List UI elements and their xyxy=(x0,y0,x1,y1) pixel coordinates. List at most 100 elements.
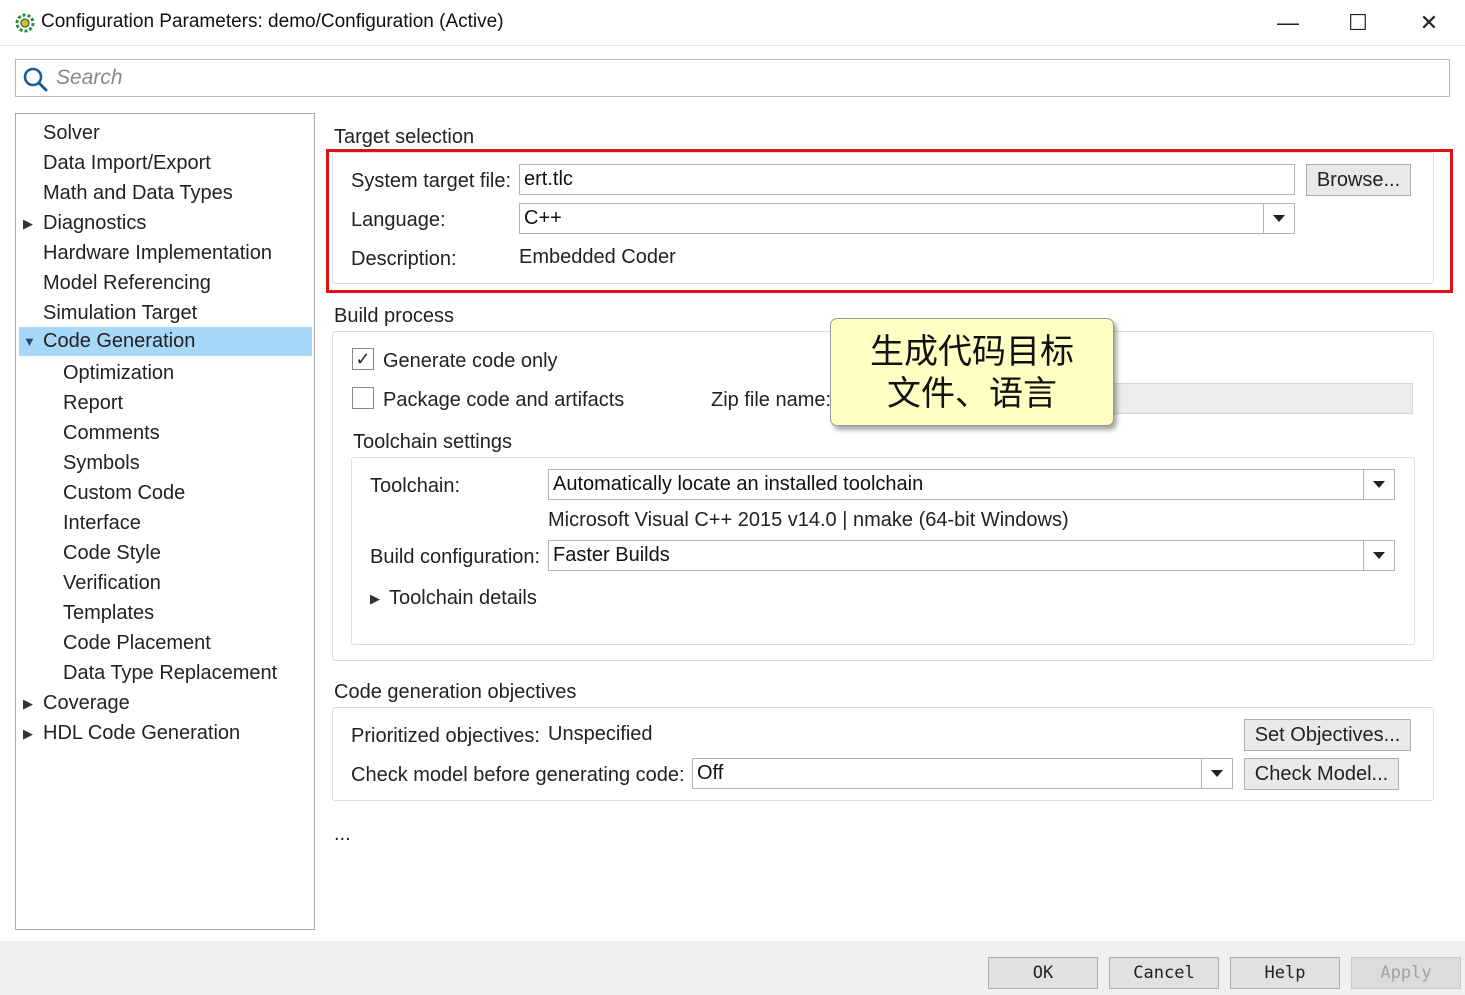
tree-item-code-style[interactable]: Code Style xyxy=(19,539,312,568)
objectives-heading: Code generation objectives xyxy=(334,681,577,703)
tree-item-code-generation[interactable]: ▼ Code Generation xyxy=(19,327,312,356)
tree-item-label: Comments xyxy=(63,422,160,444)
tree-item-label: HDL Code Generation xyxy=(43,722,241,744)
maximize-icon: ☐ xyxy=(1348,10,1368,35)
tree-item-comments[interactable]: Comments xyxy=(19,419,312,448)
toolchain-settings-heading: Toolchain settings xyxy=(353,431,512,453)
expand-arrow-icon[interactable]: ▶ xyxy=(23,689,33,718)
help-button[interactable]: Help xyxy=(1230,957,1340,989)
search-icon xyxy=(23,67,48,92)
tree-item-label: Data Type Replacement xyxy=(63,662,278,684)
tree-item-report[interactable]: Report xyxy=(19,389,312,418)
highlight-box xyxy=(326,149,1453,293)
tree-item-label: Data Import/Export xyxy=(43,152,211,174)
expand-arrow-icon[interactable]: ▶ xyxy=(23,209,33,238)
tree-item-coverage[interactable]: ▶ Coverage xyxy=(19,689,312,718)
tree-item-symbols[interactable]: Symbols xyxy=(19,449,312,478)
toolchain-details-label: Toolchain details xyxy=(389,587,537,609)
tree-item-data-import-export[interactable]: Data Import/Export xyxy=(19,149,312,178)
tree-item-label: Symbols xyxy=(63,452,140,474)
toolchain-value: Automatically locate an installed toolch… xyxy=(553,473,924,495)
check-icon: ✓ xyxy=(355,348,371,369)
toolchain-info: Microsoft Visual C++ 2015 v14.0 | nmake … xyxy=(548,509,1069,531)
minimize-button[interactable]: — xyxy=(1253,0,1323,46)
chevron-down-icon xyxy=(1211,770,1223,777)
tree-item-interface[interactable]: Interface xyxy=(19,509,312,538)
tree-item-label: Hardware Implementation xyxy=(43,242,272,264)
tree-item-hdl-code-generation[interactable]: ▶ HDL Code Generation xyxy=(19,719,312,748)
tree-item-label: Verification xyxy=(63,572,161,594)
prioritized-objectives-label: Prioritized objectives: xyxy=(351,725,540,747)
build-configuration-label: Build configuration: xyxy=(370,546,541,568)
expand-arrow-icon[interactable]: ▶ xyxy=(23,719,33,748)
prioritized-objectives-value: Unspecified xyxy=(548,723,653,745)
build-configuration-select[interactable]: Faster Builds xyxy=(548,540,1395,571)
tree-item-label: Model Referencing xyxy=(43,272,211,294)
tree-item-label: Custom Code xyxy=(63,482,186,504)
annotation-callout: 生成代码目标 文件、语言 xyxy=(830,318,1114,426)
tree-item-simulation-target[interactable]: Simulation Target xyxy=(19,299,312,328)
tree-item-label: Diagnostics xyxy=(43,212,147,234)
generate-code-only-checkbox[interactable]: ✓ xyxy=(352,348,374,370)
maximize-button[interactable]: ☐ xyxy=(1323,0,1393,46)
build-configuration-dropdown-button[interactable] xyxy=(1363,541,1394,570)
chevron-down-icon xyxy=(1373,552,1385,559)
target-selection-heading: Target selection xyxy=(334,126,475,148)
window-title: Configuration Parameters: demo/Configura… xyxy=(41,11,504,32)
build-configuration-value: Faster Builds xyxy=(553,544,670,566)
tree-item-label: Report xyxy=(63,392,124,414)
tree-item-label: Code Placement xyxy=(63,632,211,654)
chevron-down-icon xyxy=(1373,481,1385,488)
tree-item-label: Optimization xyxy=(63,362,175,384)
toolchain-label: Toolchain: xyxy=(370,475,461,497)
search-input[interactable] xyxy=(56,62,1436,94)
tree-item-label: Math and Data Types xyxy=(43,182,233,204)
collapse-arrow-icon[interactable]: ▼ xyxy=(23,327,36,356)
minimize-icon: — xyxy=(1277,10,1299,35)
tree-item-label: Solver xyxy=(43,122,100,144)
ok-button[interactable]: OK xyxy=(988,957,1098,989)
check-model-dropdown-button[interactable] xyxy=(1201,759,1232,788)
check-model-select[interactable]: Off xyxy=(692,758,1233,789)
check-model-button[interactable]: Check Model... xyxy=(1244,758,1399,790)
check-model-value: Off xyxy=(697,762,724,784)
tree-item-label: Interface xyxy=(63,512,141,534)
tree-item-label: Coverage xyxy=(43,692,130,714)
expand-arrow-icon: ▶ xyxy=(370,590,380,606)
apply-button[interactable]: Apply xyxy=(1351,957,1461,989)
set-objectives-button[interactable]: Set Objectives... xyxy=(1244,719,1411,751)
tree-item-optimization[interactable]: Optimization xyxy=(19,359,312,388)
build-process-heading: Build process xyxy=(334,305,455,327)
more-ellipsis: ... xyxy=(334,823,351,845)
tree-item-custom-code[interactable]: Custom Code xyxy=(19,479,312,508)
check-model-label: Check model before generating code: xyxy=(351,764,685,786)
package-code-checkbox[interactable] xyxy=(352,387,374,409)
tree-item-label: Templates xyxy=(63,602,155,624)
tree-item-verification[interactable]: Verification xyxy=(19,569,312,598)
tree-item-diagnostics[interactable]: ▶ Diagnostics xyxy=(19,209,312,238)
cancel-button[interactable]: Cancel xyxy=(1109,957,1219,989)
tree-item-math-data-types[interactable]: Math and Data Types xyxy=(19,179,312,208)
tree-item-hardware-implementation[interactable]: Hardware Implementation xyxy=(19,239,312,268)
toolchain-select[interactable]: Automatically locate an installed toolch… xyxy=(548,469,1395,500)
tree-item-model-referencing[interactable]: Model Referencing xyxy=(19,269,312,298)
tree-item-label: Code Generation xyxy=(43,330,196,352)
tree-item-label: Code Style xyxy=(63,542,161,564)
toolchain-details-toggle[interactable]: ▶ Toolchain details xyxy=(370,587,537,610)
tree-item-templates[interactable]: Templates xyxy=(19,599,312,628)
category-tree: Solver Data Import/Export Math and Data … xyxy=(15,113,315,930)
close-icon: ✕ xyxy=(1419,10,1439,35)
generate-code-only-label: Generate code only xyxy=(383,350,558,372)
callout-line-2: 文件、语言 xyxy=(887,374,1057,414)
callout-line-1: 生成代码目标 xyxy=(870,332,1074,372)
zip-file-name-input xyxy=(1100,383,1413,414)
tree-item-data-type-replacement[interactable]: Data Type Replacement xyxy=(19,659,312,688)
tree-item-code-placement[interactable]: Code Placement xyxy=(19,629,312,658)
zip-file-name-label: Zip file name: xyxy=(711,389,832,411)
toolchain-dropdown-button[interactable] xyxy=(1363,470,1394,499)
app-gear-icon xyxy=(15,13,35,33)
close-button[interactable]: ✕ xyxy=(1394,0,1464,46)
tree-item-solver[interactable]: Solver xyxy=(19,119,312,148)
package-code-label: Package code and artifacts xyxy=(383,389,625,411)
tree-item-label: Simulation Target xyxy=(43,302,198,324)
